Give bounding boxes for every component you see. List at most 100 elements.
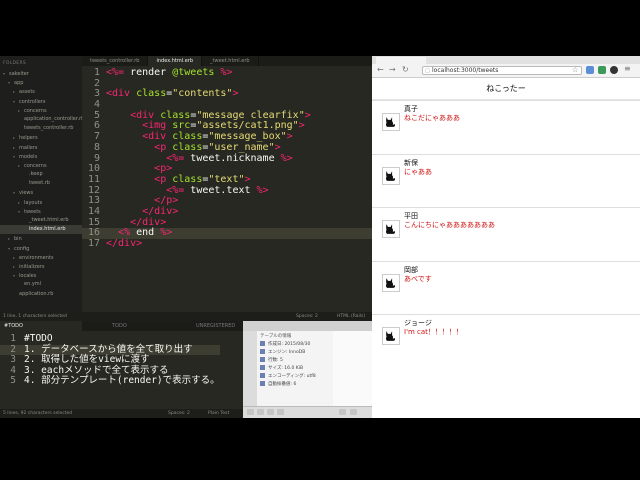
code-line: 1 <%= render @tweets %> [82, 67, 372, 79]
remove-row-button[interactable] [350, 409, 357, 415]
info-bullet-icon [260, 365, 265, 370]
tree-item[interactable]: index.html.erb [0, 225, 82, 235]
tree-item[interactable]: ▸ mailers [0, 143, 82, 152]
todo-syntax-setting[interactable]: Plain Text [208, 409, 229, 418]
tab-tweet-partial[interactable]: _tweet.html.erb [202, 56, 259, 66]
tweet-separator [372, 100, 640, 101]
tweet-item: 真子 ねこだにゃあああ [372, 102, 640, 152]
add-row-button[interactable] [339, 409, 346, 415]
tree-item[interactable]: ▸ helpers [0, 133, 82, 142]
tree-item[interactable]: ▾ app [0, 78, 82, 87]
code-token: <%= [166, 184, 185, 196]
tweet-separator [372, 314, 640, 315]
code-token: tweet.nickname [184, 152, 281, 164]
extension-icon-2[interactable] [598, 66, 606, 74]
tree-item[interactable]: ▾ models [0, 152, 82, 161]
page-icon: □ [425, 68, 430, 74]
tree-item[interactable]: application.rb [0, 290, 82, 299]
tree-item[interactable]: tweet.rb [0, 179, 82, 188]
back-arrow-icon[interactable]: ← [377, 65, 384, 74]
table-info-value: 行数: 5 [268, 358, 283, 363]
add-table-button[interactable] [247, 409, 254, 415]
tab-tweets-controller[interactable]: tweets_controller.rb [82, 56, 149, 66]
tree-item[interactable]: ▾ config [0, 244, 82, 253]
code-token: %> [160, 227, 173, 239]
tree-item[interactable]: application_controller.rb [0, 115, 82, 124]
todo-editor[interactable]: #TODO TODO UNREGISTERED 1 #TODO 2 1. データベース… [0, 321, 243, 418]
tweet-text: あべです [404, 274, 432, 283]
code-token: <img [142, 120, 167, 132]
reload-icon[interactable]: ↻ [402, 65, 409, 74]
tree-item[interactable]: ▸ environments [0, 253, 82, 262]
selection-status: 1 line, 1 characters selected [3, 314, 67, 319]
tree-item[interactable]: ▸ assets [0, 87, 82, 96]
code-token: <p [154, 141, 167, 153]
unregistered-label: UNREGISTERED [196, 323, 236, 329]
extension-icon-3[interactable] [610, 66, 618, 74]
tweet-item: 平田 こんにちにゃあああああああ [372, 209, 640, 259]
tree-item[interactable]: _tweet.html.erb [0, 216, 82, 225]
tree-item[interactable]: tweets_controller.rb [0, 124, 82, 133]
tree-item[interactable]: en.yml [0, 280, 82, 289]
todo-text-area[interactable]: 1 #TODO 2 1. データベースから値を全て取り出す 3 2. 取得した値をview… [0, 333, 220, 387]
db-side-panel [333, 331, 372, 407]
address-bar[interactable]: □ localhost:3000/tweets [422, 66, 582, 75]
code-area[interactable]: 1 <%= render @tweets %> 2 3 <div class="cont… [82, 67, 372, 250]
table-info-header: テーブルの情報 [260, 334, 292, 339]
tab-todo[interactable]: #TODO [0, 321, 82, 331]
code-line: 17 </div> [82, 238, 372, 250]
browser-tab[interactable] [376, 57, 426, 64]
table-info-row: エンジン: InnoDB [257, 349, 333, 357]
line-number: 11 [87, 173, 100, 185]
todo-indent-setting[interactable]: Spaces: 2 [168, 409, 190, 418]
tab-index-html-erb[interactable]: index.html.erb [148, 56, 203, 66]
tree-item[interactable]: ▸ layouts [0, 198, 82, 207]
tree-item[interactable]: ▾ sakeiter [0, 69, 82, 78]
db-table-list[interactable] [243, 331, 257, 407]
code-token: @tweets [172, 67, 215, 78]
tree-item[interactable]: ▾ views [0, 188, 82, 197]
code-token: tweet.text [184, 184, 257, 196]
settings-gear-icon[interactable] [257, 409, 264, 415]
todo-selection-status: 5 lines, 92 characters selected [3, 411, 73, 416]
table-info-value: 作成日: 2015/08/30 [268, 342, 311, 347]
table-info-panel: テーブルの情報 作成日: 2015/08/30 エンジン: InnoDB 行数: 5… [257, 331, 333, 407]
code-token: %> [256, 184, 269, 196]
tweet-item: 岡部 あべです [372, 263, 640, 313]
menu-icon[interactable]: ≡ [624, 64, 631, 73]
file-tree: ▾ sakeiter ▾ app ▸ assets ▾ controllers ▸ concern… [0, 69, 82, 299]
tree-item[interactable]: ▸ bin [0, 234, 82, 243]
todo-line-text: 2. 取得した値をviewに渡す [24, 354, 150, 365]
db-toolbar [243, 321, 372, 331]
tree-item[interactable]: ▸ initializers [0, 262, 82, 271]
code-token: class [166, 141, 203, 153]
line-number: 5 [10, 375, 16, 386]
code-token: </div> [142, 205, 179, 217]
tree-item[interactable]: .keep [0, 170, 82, 179]
tree-item-label: application.rb [19, 290, 54, 297]
bookmark-star-icon[interactable]: ☆ [572, 66, 578, 74]
indent-setting[interactable]: Spaces: 2 [296, 312, 318, 321]
forward-arrow-icon[interactable]: → [389, 65, 396, 74]
tree-item-label: bin [14, 236, 22, 243]
tree-item[interactable]: ▸ concerns [0, 106, 82, 115]
tree-item[interactable]: ▾ locales [0, 271, 82, 280]
table-info-row: サイズ: 16.0 KiB [257, 365, 333, 373]
tree-item[interactable]: ▾ tweets [0, 207, 82, 216]
tree-item[interactable]: ▾ controllers [0, 97, 82, 106]
editor-tabs: tweets_controller.rb index.html.erb _twe… [82, 56, 372, 66]
tweet-text: こんにちにゃあああああああ [404, 221, 495, 229]
tree-item-label: initializers [19, 263, 45, 270]
refresh-icon[interactable] [277, 409, 284, 415]
extension-icon-1[interactable] [586, 66, 594, 74]
tree-item[interactable]: ▸ concerns [0, 161, 82, 170]
syntax-setting[interactable]: HTML (Rails) [337, 312, 365, 321]
code-editor[interactable]: tweets_controller.rb index.html.erb _twe… [82, 56, 372, 312]
browser-window: ← → ↻ □ localhost:3000/tweets ☆ ≡ ねこったー … [372, 56, 640, 418]
todo-window-title: TODO [112, 323, 127, 329]
duplicate-icon[interactable] [267, 409, 274, 415]
